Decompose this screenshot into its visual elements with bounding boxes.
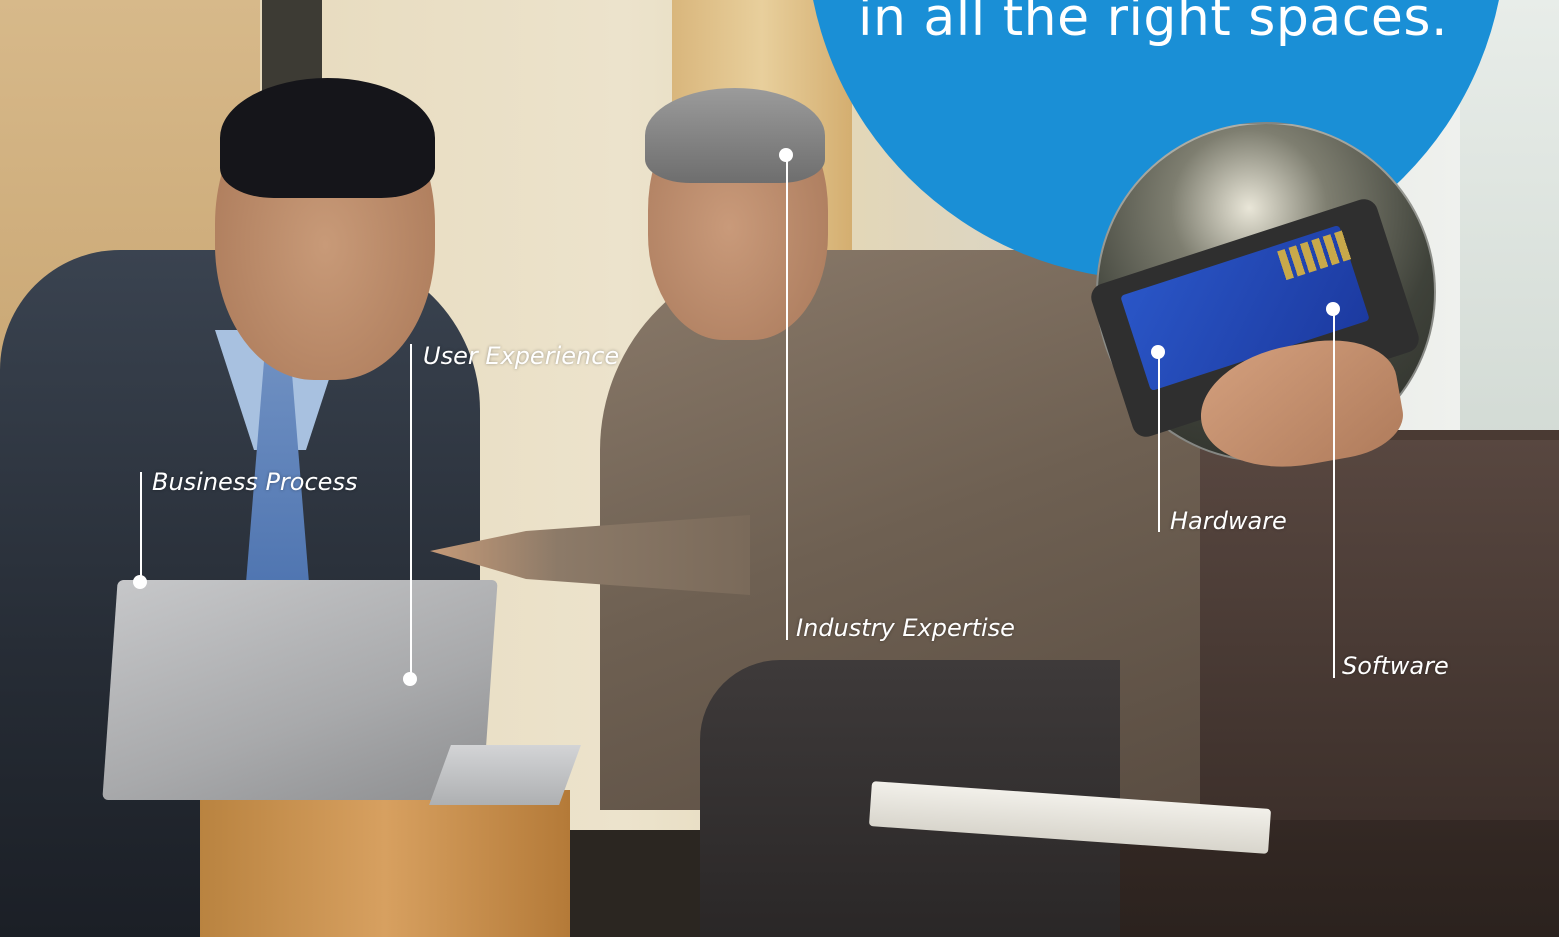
headline: in all the right spaces. [858, 0, 1448, 48]
laptop-base [429, 745, 581, 805]
callout-line-hardware [1158, 352, 1160, 532]
callout-software: Software [1342, 652, 1449, 680]
callout-line-user-experience [410, 344, 412, 680]
callout-hardware: Hardware [1170, 507, 1287, 535]
man-left-hair [220, 78, 435, 198]
callout-dot-business-process [133, 575, 147, 589]
callout-user-experience: User Experience [423, 342, 620, 370]
callout-dot-software [1326, 302, 1340, 316]
callout-line-software [1333, 310, 1335, 678]
photo-scene: in all the right spaces. Business Proces… [0, 0, 1559, 937]
callout-business-process: Business Process [152, 468, 358, 496]
laptop [102, 580, 498, 800]
man-right-hair [645, 88, 825, 183]
callout-dot-industry-expertise [779, 148, 793, 162]
wooden-box [200, 790, 570, 937]
callout-industry-expertise: Industry Expertise [796, 614, 1015, 642]
callout-dot-user-experience [403, 672, 417, 686]
callout-line-business-process [140, 472, 142, 582]
callout-dot-hardware [1151, 345, 1165, 359]
callout-line-industry-expertise [786, 155, 788, 640]
